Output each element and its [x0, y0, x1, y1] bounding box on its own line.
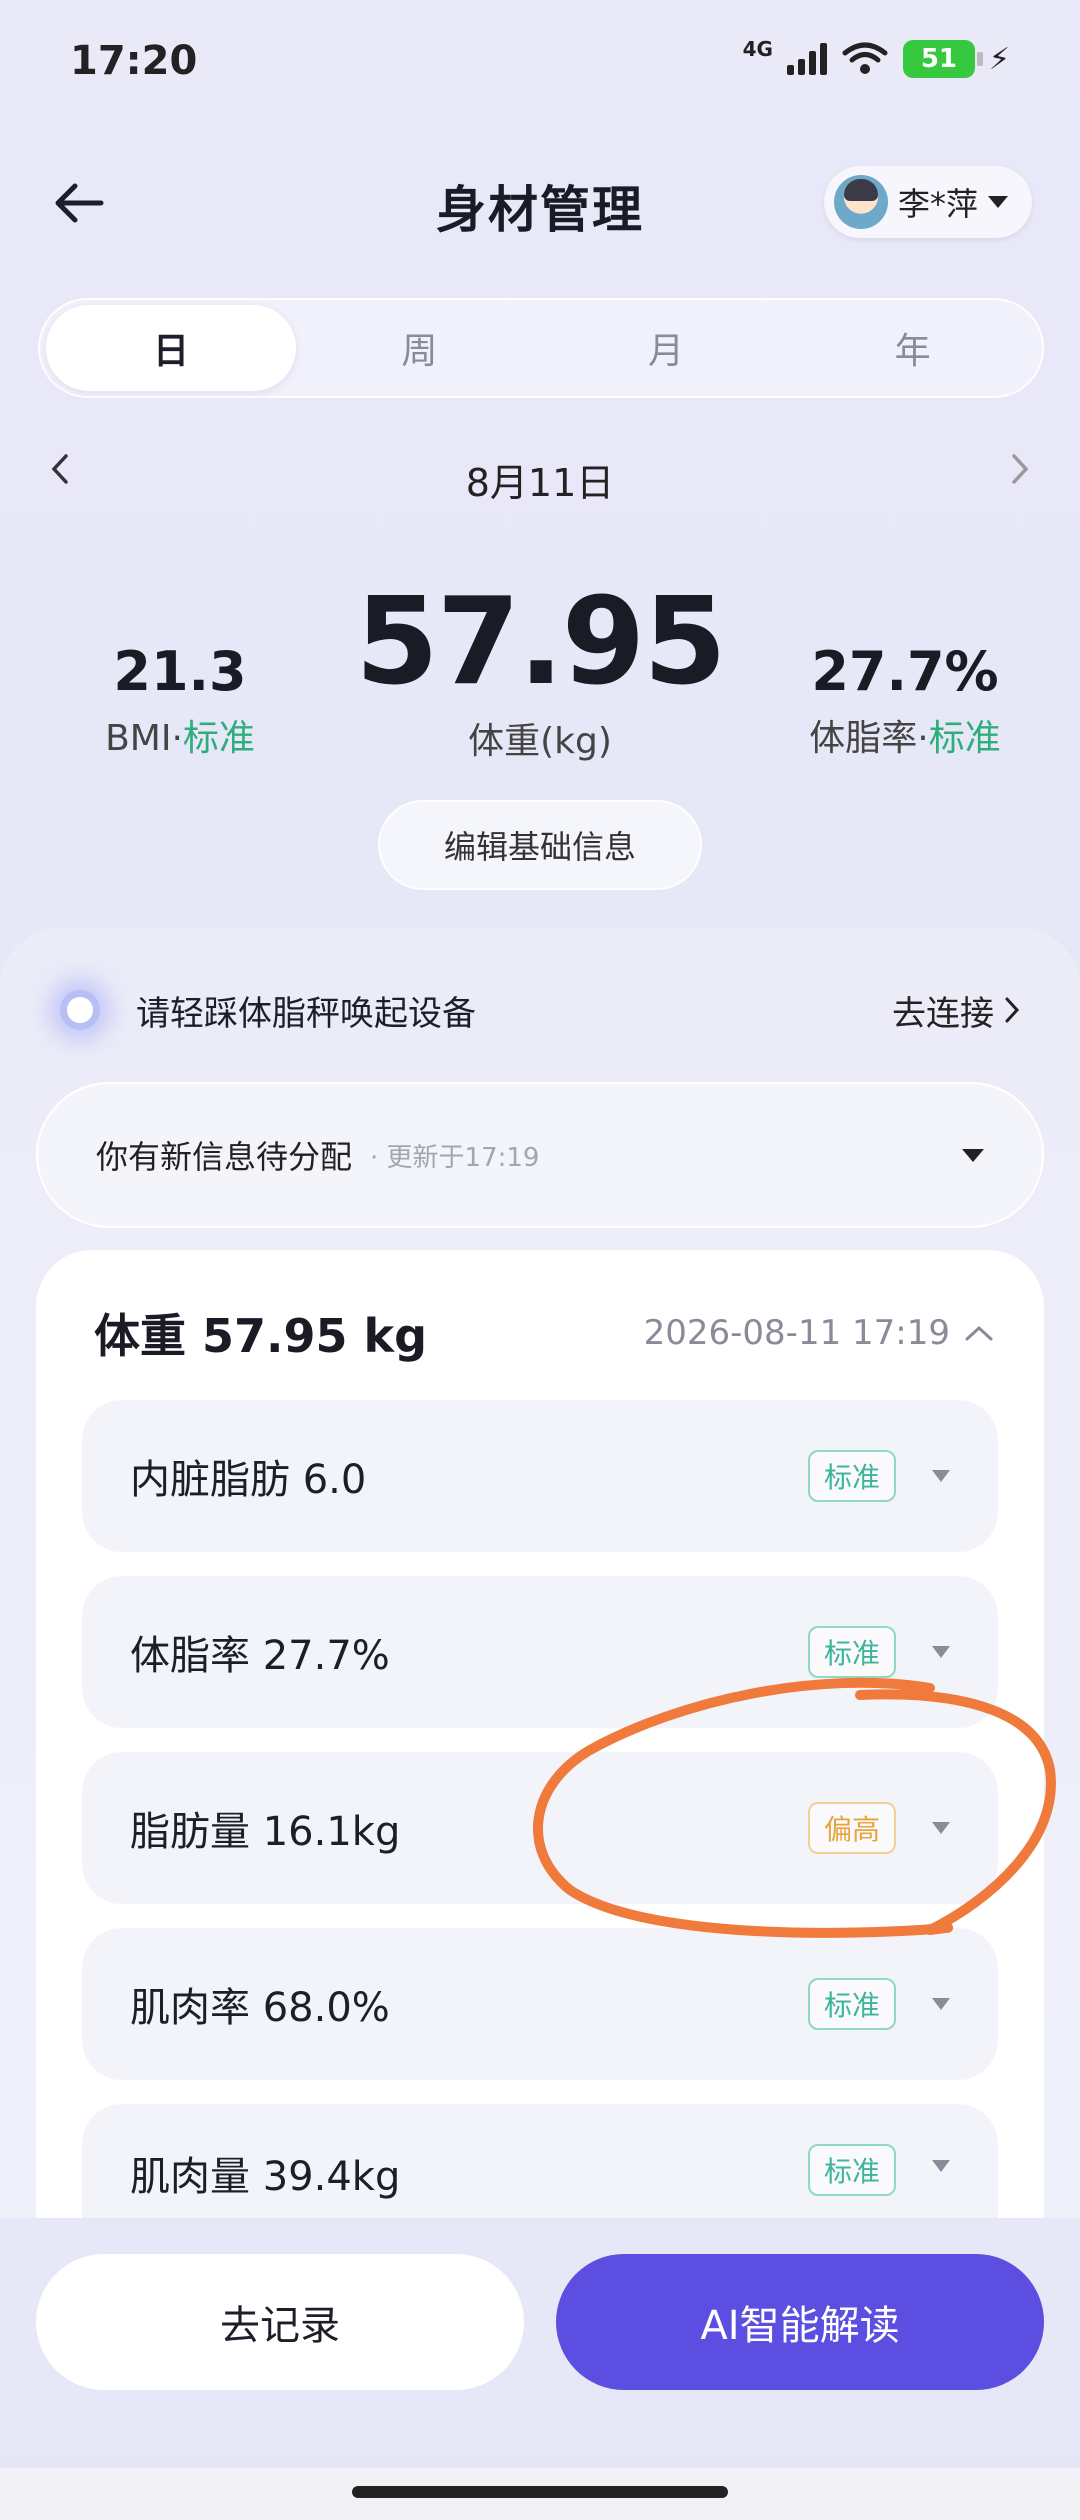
battery-icon: 51	[902, 40, 983, 78]
caret-down-icon	[932, 1470, 950, 1482]
status-badge: 标准	[807, 1450, 896, 1502]
ai-analysis-button[interactable]: AI智能解读	[556, 2254, 1044, 2390]
next-date-button[interactable]	[1010, 450, 1030, 496]
body-fat-value: 27.7%	[811, 640, 999, 703]
tab-year[interactable]: 年	[789, 305, 1036, 391]
pending-info-text: 你有新信息待分配	[96, 1138, 353, 1176]
metric-row-muscle-mass[interactable]: 肌肉量 39.4kg 标准	[82, 2104, 998, 2218]
status-icons: 4G 51 ⚡	[742, 37, 1010, 78]
pending-info-banner[interactable]: 你有新信息待分配 · 更新于17:19	[36, 1082, 1044, 1228]
record-title-value: 57.95 kg	[202, 1309, 428, 1363]
battery-level: 51	[920, 44, 958, 74]
body-fat-label-row: 体脂率·标准	[809, 718, 1001, 759]
bmi-label: BMI	[105, 718, 172, 759]
record-title-prefix: 体重	[94, 1309, 186, 1363]
chevron-right-icon	[1012, 454, 1029, 484]
period-tabs: 日 周 月 年	[38, 298, 1044, 398]
tab-day[interactable]: 日	[46, 305, 296, 391]
bmi-metric: 21.3 BMI·标准	[60, 640, 300, 761]
status-badge: 标准	[807, 2144, 896, 2196]
pending-info-updated: · 更新于17:19	[370, 1142, 540, 1173]
bmi-status: 标准	[182, 718, 255, 759]
device-prompt: 请轻踩体脂秤唤起设备	[136, 993, 476, 1034]
connect-link[interactable]: 去连接	[892, 986, 1020, 1035]
caret-down-icon	[932, 2160, 950, 2172]
caret-down-icon	[962, 1148, 984, 1162]
chevron-right-icon	[1005, 997, 1020, 1023]
signal-icon	[786, 43, 827, 75]
metric-row-label: 肌肉率 68.0%	[130, 1985, 390, 2031]
caret-down-icon	[988, 196, 1008, 208]
tab-month[interactable]: 月	[543, 305, 790, 391]
charging-icon: ⚡	[988, 41, 1010, 77]
network-label: 4G	[742, 37, 773, 61]
current-date: 8月11日	[465, 461, 615, 505]
wifi-icon	[842, 42, 888, 74]
weight-value: 57.95	[355, 573, 727, 712]
record-datetime: 2026-08-11 17:19	[643, 1313, 950, 1353]
bmi-label-row: BMI·标准	[105, 718, 255, 759]
metric-row-visceral-fat[interactable]: 内脏脂肪 6.0 标准	[82, 1400, 998, 1552]
record-title: 体重 57.95 kg	[94, 1300, 644, 1366]
device-connect-row: 请轻踩体脂秤唤起设备 去连接	[60, 970, 1020, 1050]
status-time: 17:20	[70, 38, 198, 84]
metric-row-label: 肌肉量 39.4kg	[130, 2154, 401, 2200]
body-fat-metric: 27.7% 体脂率·标准	[770, 640, 1040, 761]
avatar	[833, 175, 888, 229]
record-header[interactable]: 体重 57.95 kg 2026-08-11 17:19	[94, 1298, 994, 1368]
body-fat-status: 标准	[928, 718, 1001, 759]
annotation-circle	[533, 1677, 1056, 1938]
metric-row-label: 内脏脂肪 6.0	[130, 1457, 367, 1503]
home-indicator[interactable]	[352, 2486, 728, 2498]
device-pulse-icon	[60, 990, 100, 1030]
caret-down-icon	[932, 1646, 950, 1658]
status-badge: 标准	[807, 1978, 896, 2030]
weight-metric: 57.95 体重(kg)	[340, 580, 740, 764]
user-name: 李*萍	[897, 185, 978, 223]
tab-week[interactable]: 周	[296, 305, 543, 391]
go-record-button[interactable]: 去记录	[36, 2254, 524, 2390]
weight-label: 体重(kg)	[468, 721, 612, 762]
chevron-up-icon	[965, 1325, 993, 1341]
caret-down-icon	[932, 1998, 950, 2010]
bmi-value: 21.3	[113, 640, 247, 703]
user-switcher[interactable]: 李*萍	[823, 166, 1032, 238]
body-fat-label: 体脂率	[809, 718, 918, 759]
edit-basic-info-button[interactable]: 编辑基础信息	[378, 800, 702, 890]
connect-label: 去连接	[892, 993, 994, 1034]
